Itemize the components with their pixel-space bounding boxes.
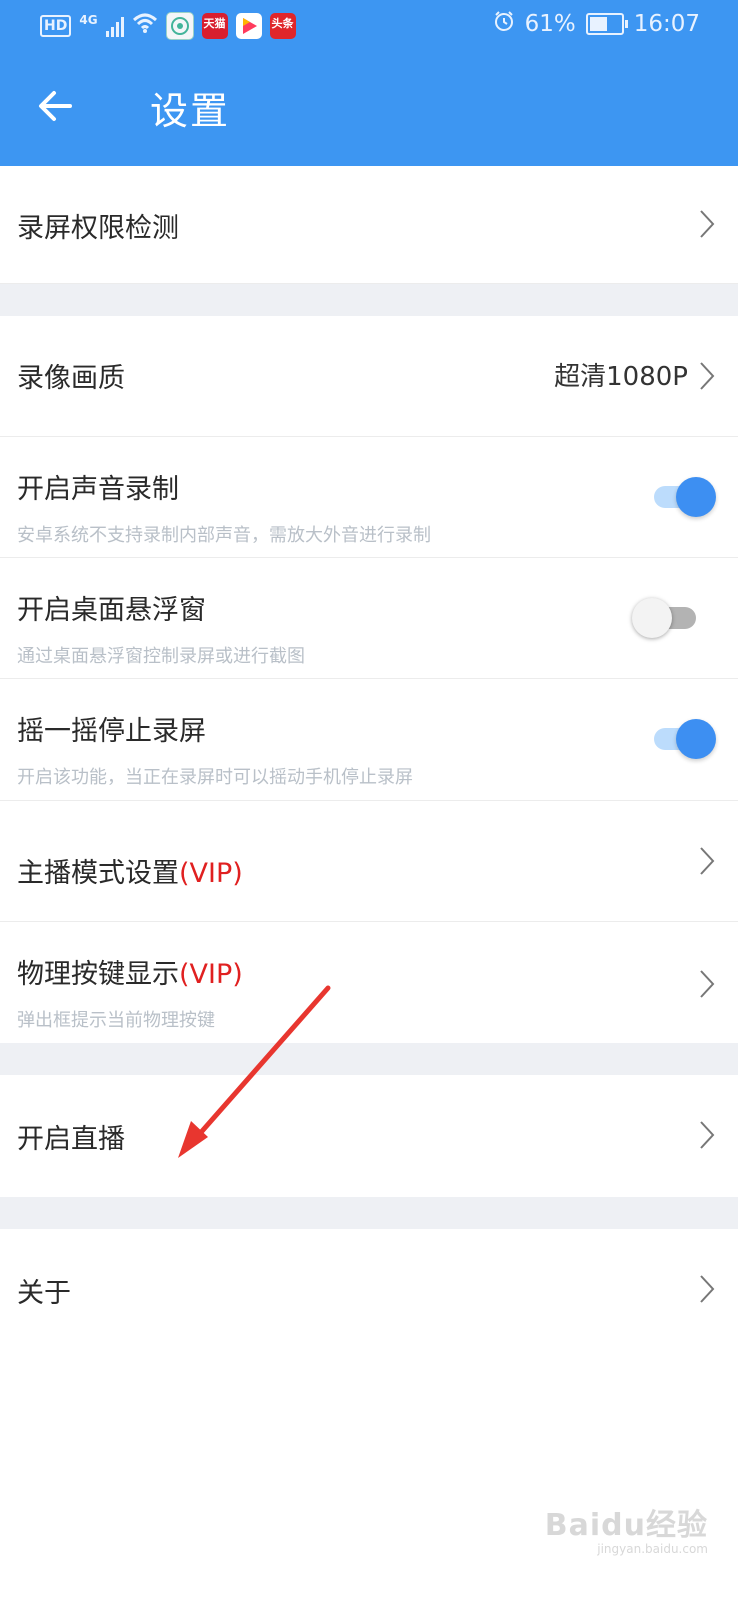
status-left: HD 4G 天猫 头条 — [40, 12, 296, 40]
chevron-right-icon — [700, 362, 715, 390]
watermark-logo: Baidu经验 — [544, 1508, 708, 1543]
setting-label: 开启直播 — [17, 1124, 125, 1155]
title-bar: 设置 — [0, 60, 738, 160]
setting-about[interactable]: 关于 — [0, 1229, 738, 1351]
setting-label: 主播模式设置(VIP) — [17, 851, 243, 890]
wifi-icon — [132, 12, 158, 40]
arrow-left-icon[interactable] — [36, 86, 76, 126]
app-header: HD 4G 天猫 头条 61% 16:07 设置 — [0, 0, 738, 166]
section-divider — [0, 284, 738, 316]
toggle-knob — [676, 477, 716, 517]
audio-record-toggle[interactable] — [650, 477, 716, 517]
setting-label-text: 主播模式设置 — [17, 858, 179, 889]
status-right: 61% 16:07 — [493, 10, 700, 38]
app-icon-toutiao: 头条 — [269, 13, 296, 39]
setting-anchor-mode[interactable]: 主播模式设置(VIP) — [0, 801, 738, 922]
setting-description: 安卓系统不支持录制内部声音，需放大外音进行录制 — [17, 525, 431, 546]
battery-percent: 61% — [524, 11, 576, 37]
setting-floating-window: 开启桌面悬浮窗 通过桌面悬浮窗控制录屏或进行截图 — [0, 558, 738, 679]
setting-value: 超清1080P — [554, 362, 688, 392]
setting-description: 弹出框提示当前物理按键 — [17, 1010, 215, 1031]
app-icon-1 — [165, 12, 194, 40]
setting-physical-keys[interactable]: 物理按键显示(VIP) 弹出框提示当前物理按键 — [0, 922, 738, 1043]
watermark: Baidu经验 jingyan.baidu.com — [545, 1500, 708, 1556]
setting-label-text: 物理按键显示 — [17, 959, 179, 990]
setting-live[interactable]: 开启直播 — [0, 1075, 738, 1197]
app-icon-video — [235, 13, 262, 39]
setting-label: 录像画质 — [17, 363, 125, 394]
setting-label: 开启桌面悬浮窗 — [17, 595, 206, 626]
setting-video-quality[interactable]: 录像画质 超清1080P — [0, 316, 738, 437]
shake-stop-toggle[interactable] — [650, 719, 716, 759]
setting-label: 开启声音录制 — [17, 474, 179, 505]
settings-list: 录屏权限检测 录像画质 超清1080P 开启声音录制 安卓系统不支持录制内部声音… — [0, 166, 738, 1351]
setting-audio-record: 开启声音录制 安卓系统不支持录制内部声音，需放大外音进行录制 — [0, 437, 738, 558]
hd-badge: HD — [40, 15, 72, 37]
setting-label: 关于 — [17, 1278, 71, 1309]
chevron-right-icon — [700, 970, 715, 998]
setting-shake-stop: 摇一摇停止录屏 开启该功能，当正在录屏时可以摇动手机停止录屏 — [0, 679, 738, 801]
setting-label: 摇一摇停止录屏 — [17, 716, 206, 747]
setting-label: 物理按键显示(VIP) — [17, 952, 243, 991]
chevron-right-icon — [700, 1121, 715, 1149]
alarm-icon — [493, 10, 515, 38]
setting-label: 录屏权限检测 — [17, 213, 179, 244]
clock: 16:07 — [633, 11, 700, 37]
battery-icon — [585, 13, 628, 35]
chevron-right-icon — [700, 1275, 715, 1303]
section-divider — [0, 1197, 738, 1229]
watermark-url: jingyan.baidu.com — [597, 1542, 708, 1556]
toggle-knob — [676, 719, 716, 759]
toggle-knob — [632, 598, 672, 638]
vip-badge: (VIP) — [179, 858, 243, 889]
app-icon-tianmao: 天猫 — [201, 13, 228, 39]
section-divider — [0, 1043, 738, 1075]
chevron-right-icon — [700, 847, 715, 875]
page-title: 设置 — [150, 89, 231, 133]
setting-permission-check[interactable]: 录屏权限检测 — [0, 166, 738, 284]
vip-badge: (VIP) — [179, 959, 243, 990]
network-type: 4G — [79, 13, 98, 27]
chevron-right-icon — [700, 210, 715, 238]
setting-description: 通过桌面悬浮窗控制录屏或进行截图 — [17, 646, 305, 667]
signal-icon — [105, 15, 124, 37]
status-bar: HD 4G 天猫 头条 61% 16:07 — [0, 0, 738, 52]
setting-description: 开启该功能，当正在录屏时可以摇动手机停止录屏 — [17, 767, 413, 788]
floating-window-toggle[interactable] — [632, 598, 700, 638]
